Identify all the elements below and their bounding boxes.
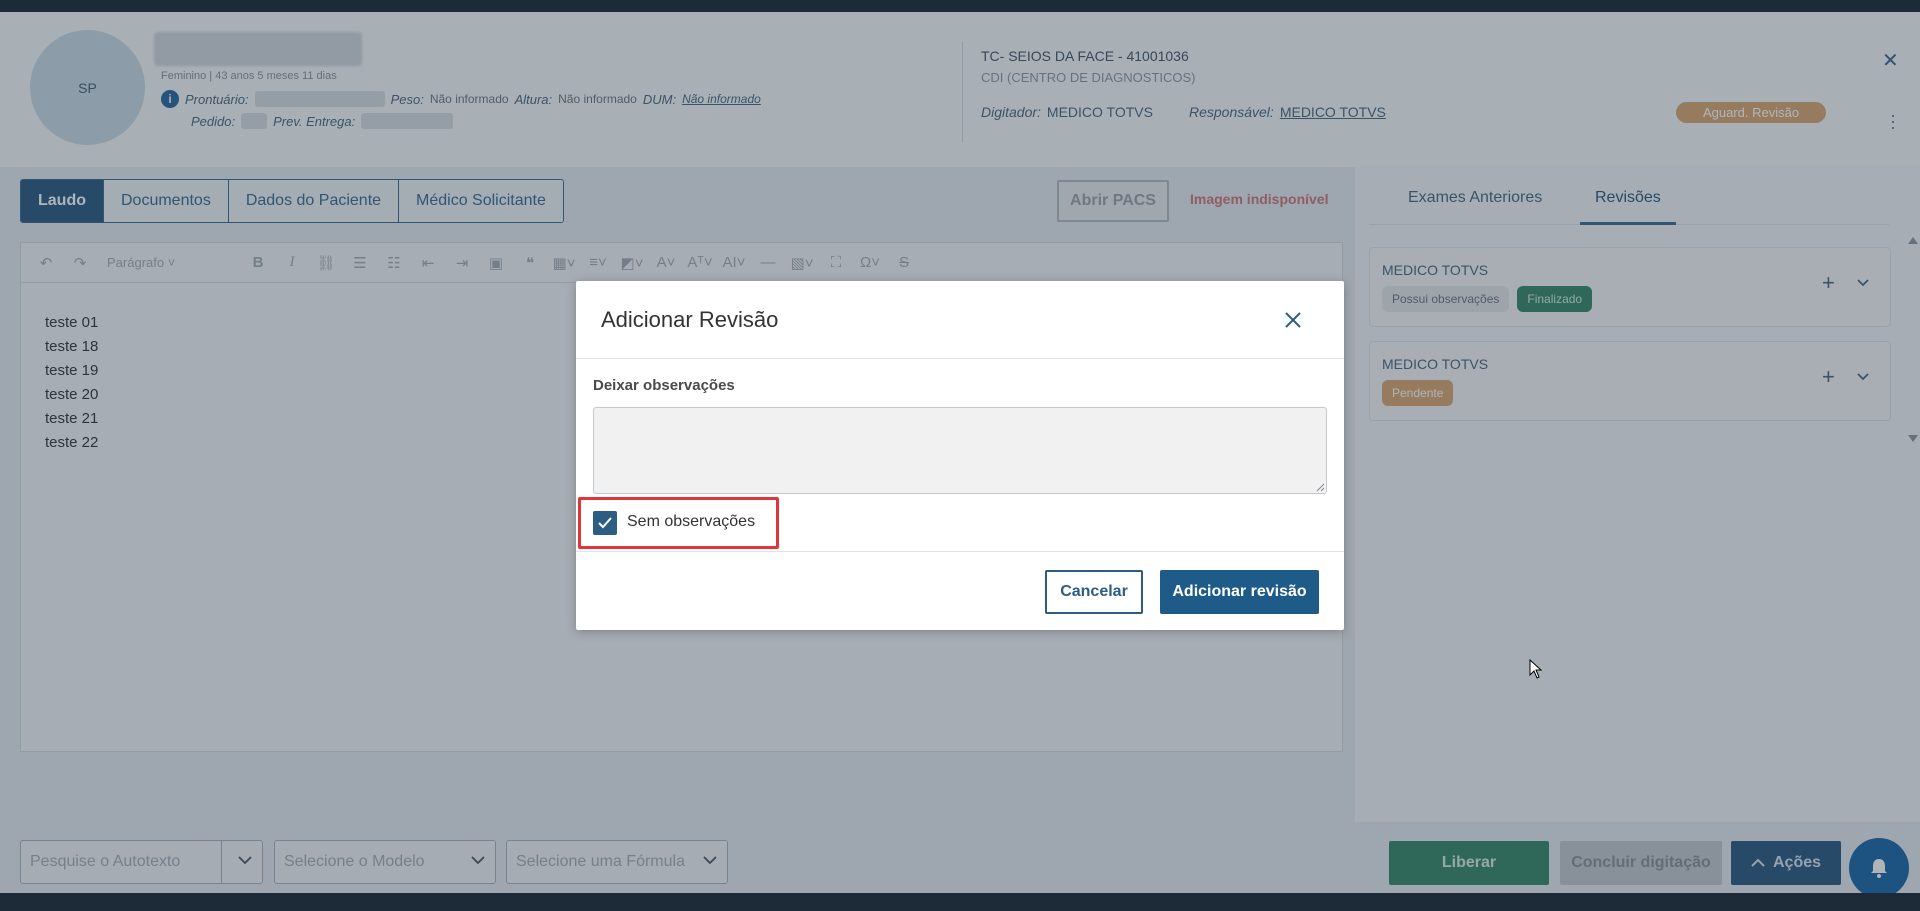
resize-grip-icon[interactable] bbox=[1316, 483, 1325, 492]
add-review-button[interactable]: Adicionar revisão bbox=[1160, 570, 1319, 614]
observations-textarea[interactable] bbox=[593, 407, 1327, 494]
observations-label: Deixar observações bbox=[593, 377, 735, 394]
checkmark-icon bbox=[598, 517, 612, 529]
add-review-dialog: Adicionar Revisão Deixar observações Sem… bbox=[576, 281, 1344, 630]
sem-observacoes-label[interactable]: Sem observações bbox=[627, 513, 755, 531]
dialog-divider bbox=[576, 358, 1344, 359]
cancel-button[interactable]: Cancelar bbox=[1045, 570, 1143, 614]
dialog-footer-divider bbox=[576, 551, 1344, 552]
mouse-cursor-icon bbox=[1529, 659, 1543, 679]
dialog-title: Adicionar Revisão bbox=[601, 307, 779, 332]
close-icon[interactable] bbox=[1276, 303, 1310, 337]
sem-observacoes-checkbox[interactable] bbox=[593, 511, 617, 535]
